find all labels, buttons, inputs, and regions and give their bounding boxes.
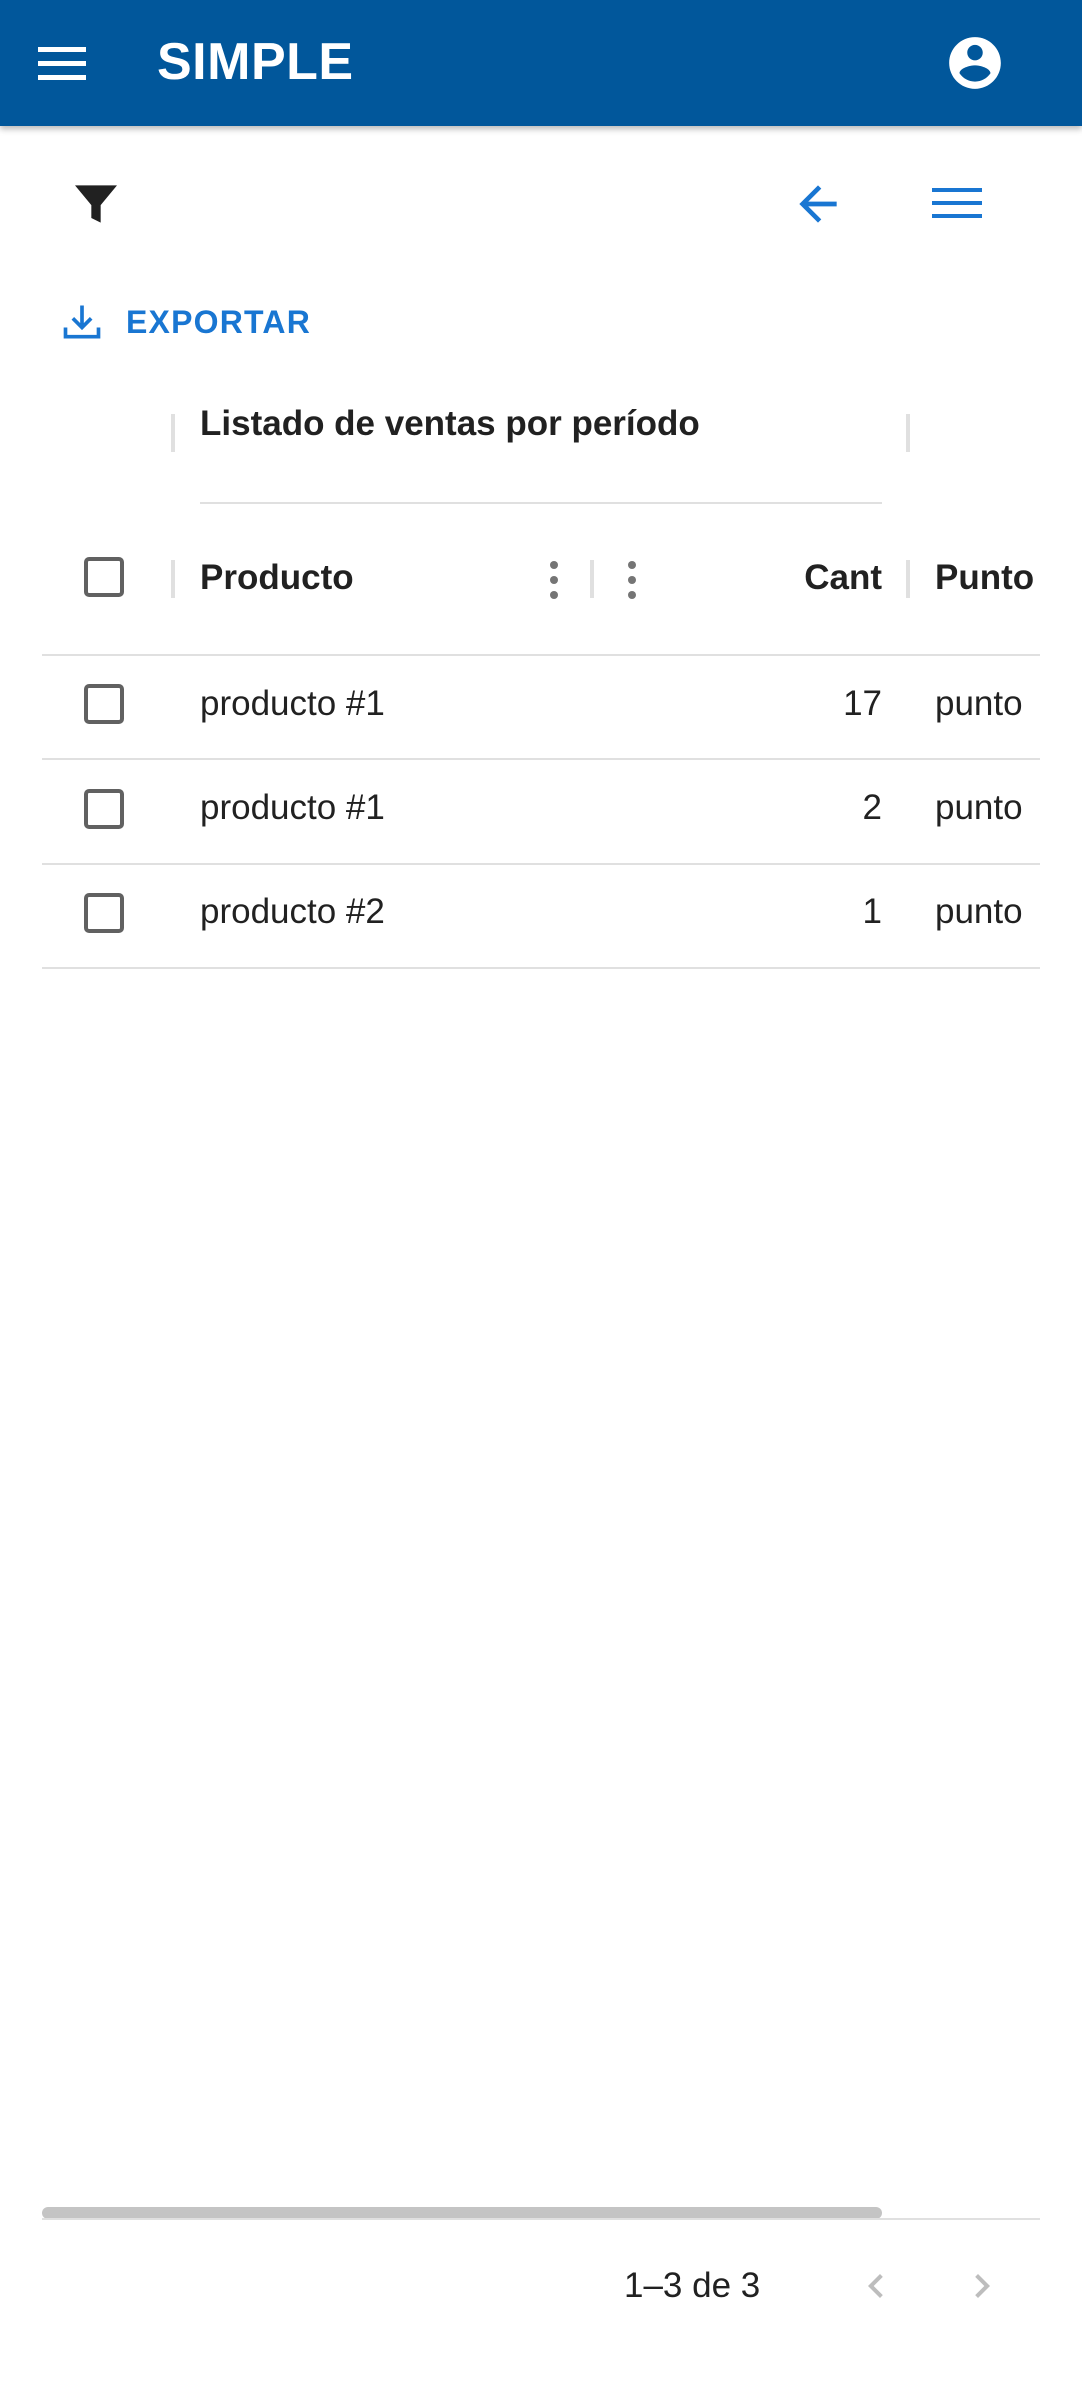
row-checkbox[interactable] xyxy=(84,893,124,933)
download-icon xyxy=(63,305,101,339)
row-divider xyxy=(42,967,1040,969)
group-underline xyxy=(200,502,882,504)
menu-icon[interactable] xyxy=(30,33,94,93)
column-separator[interactable] xyxy=(171,560,175,598)
column-menu-icon[interactable] xyxy=(626,558,638,602)
row-divider xyxy=(42,863,1040,865)
chevron-right-icon[interactable] xyxy=(958,2262,1006,2310)
footer-divider xyxy=(42,2218,1040,2220)
cell-cant: 1 xyxy=(862,892,882,931)
column-header-punto[interactable]: Punto xyxy=(935,558,1034,598)
row-checkbox[interactable] xyxy=(84,789,124,829)
chevron-left-icon[interactable] xyxy=(852,2262,900,2310)
cell-producto: producto #1 xyxy=(200,684,385,723)
pagination-range: 1–3 de 3 xyxy=(624,2266,761,2305)
export-button[interactable]: EXPORTAR xyxy=(60,294,311,350)
arrow-back-icon[interactable] xyxy=(786,176,850,232)
column-separator[interactable] xyxy=(906,414,910,452)
filter-icon[interactable] xyxy=(68,176,124,232)
cell-punto: punto xyxy=(935,684,1023,723)
export-label: EXPORTAR xyxy=(126,303,312,340)
column-header-cant[interactable]: Cant xyxy=(742,558,882,598)
menu-lines-icon[interactable] xyxy=(926,176,990,232)
cell-producto: producto #1 xyxy=(200,788,385,827)
cell-cant: 17 xyxy=(843,684,882,723)
cell-punto: punto xyxy=(935,788,1023,827)
column-separator[interactable] xyxy=(171,414,175,452)
cell-cant: 2 xyxy=(862,788,882,827)
column-group-title: Listado de ventas por período xyxy=(200,404,700,443)
column-separator[interactable] xyxy=(906,560,910,598)
select-all-checkbox[interactable] xyxy=(84,557,124,597)
cell-producto: producto #2 xyxy=(200,892,385,931)
cell-punto: punto xyxy=(935,892,1023,931)
row-checkbox[interactable] xyxy=(84,684,124,724)
account-circle-icon[interactable] xyxy=(944,32,1006,94)
header-divider xyxy=(42,654,1040,656)
column-header-producto[interactable]: Producto xyxy=(200,558,354,598)
row-divider xyxy=(42,758,1040,760)
column-menu-icon[interactable] xyxy=(548,558,560,602)
app-title: SIMPLE xyxy=(157,33,354,91)
column-separator[interactable] xyxy=(590,560,594,598)
app-bar: SIMPLE xyxy=(0,0,1082,126)
